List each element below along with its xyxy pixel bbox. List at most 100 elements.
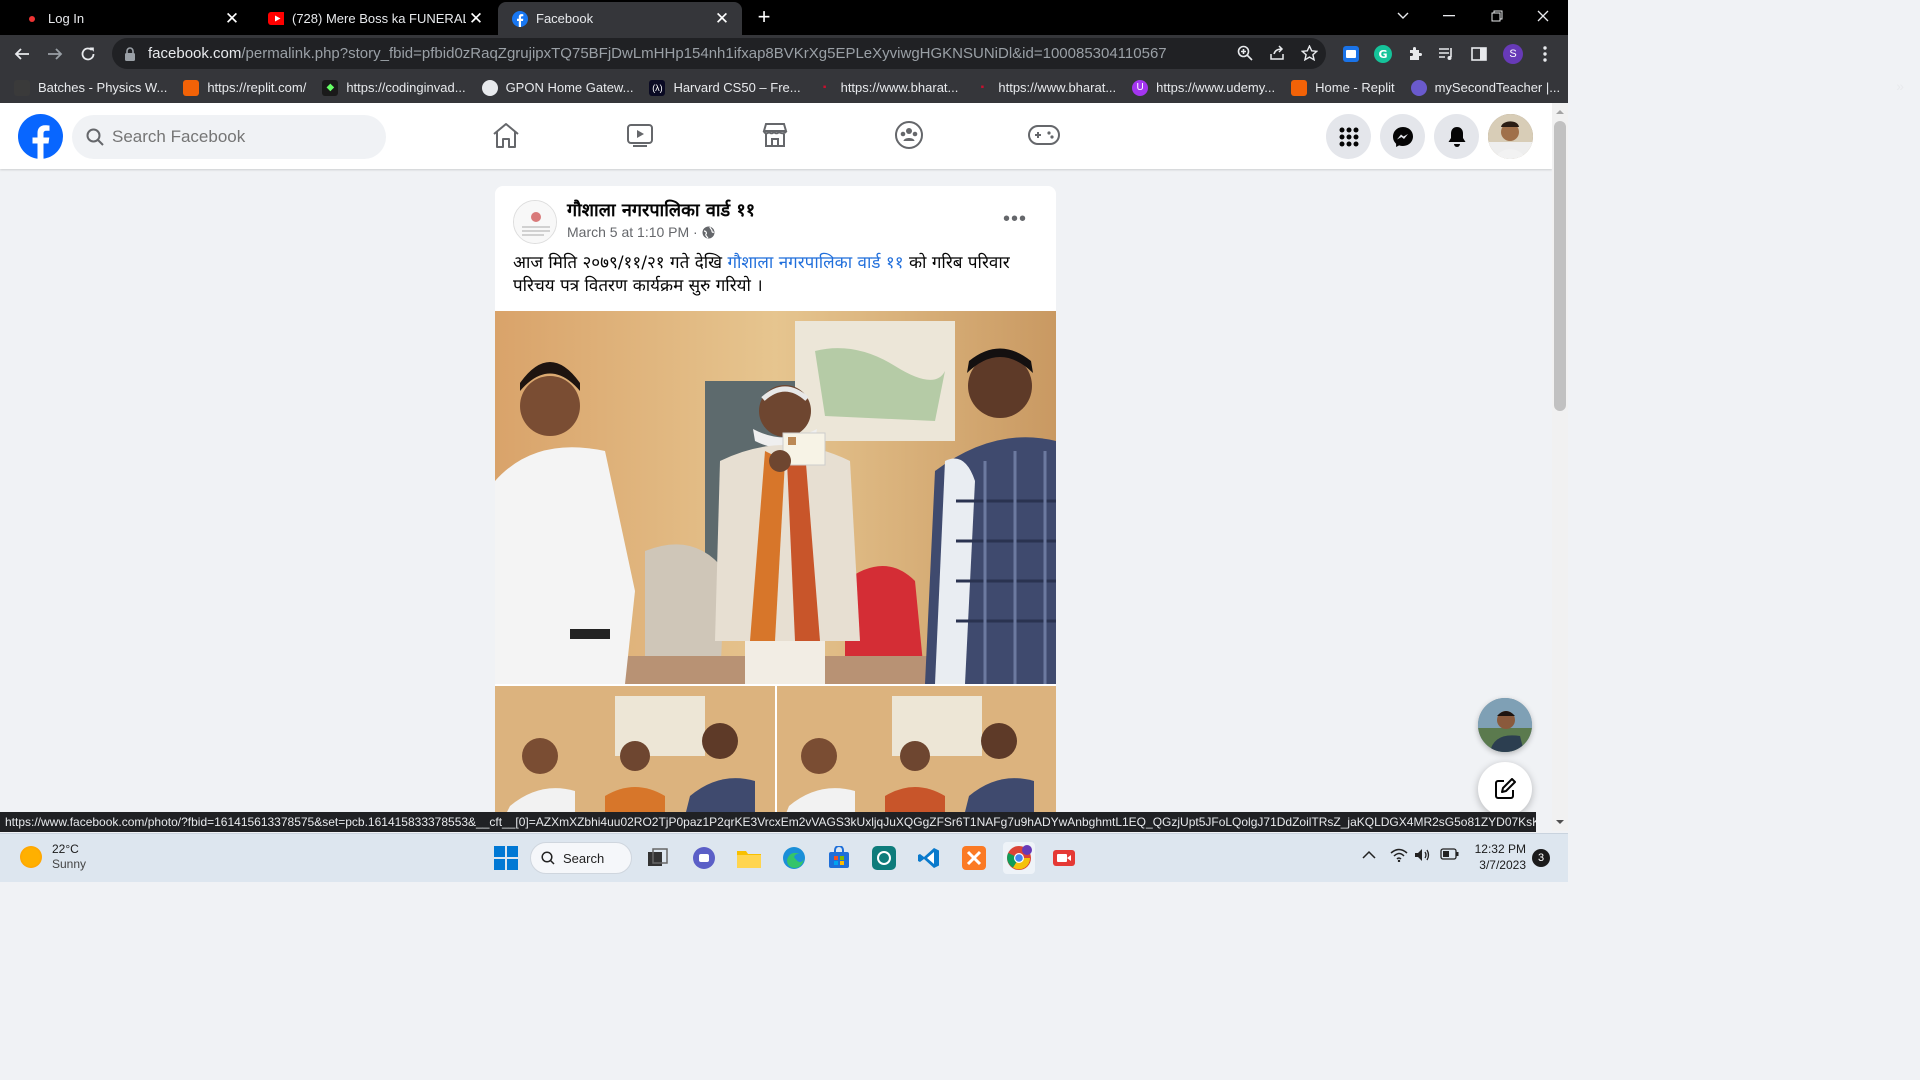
bookmark-item[interactable]: mySecondTeacher |... — [1410, 79, 1560, 96]
tab-facebook[interactable]: Facebook ✕ — [498, 2, 742, 35]
app-icon[interactable] — [868, 842, 900, 874]
page-scrollbar[interactable] — [1552, 103, 1568, 831]
wifi-icon[interactable] — [1390, 848, 1408, 865]
post-date[interactable]: March 5 at 1:10 PM · — [567, 224, 698, 240]
minimize-button[interactable] — [1426, 0, 1472, 32]
bookmark-item[interactable]: ▪ https://www.bharat... — [974, 80, 1117, 96]
search-input[interactable] — [112, 127, 362, 147]
bookmark-item[interactable]: ◆ https://codinginvad... — [322, 79, 466, 96]
browser-menu-icon[interactable] — [1535, 44, 1555, 64]
menu-grid-icon[interactable] — [1326, 114, 1371, 159]
show-hidden-icons-icon[interactable] — [1362, 848, 1376, 863]
tab-youtube[interactable]: (728) Mere Boss ka FUNERAL || S… ✕ — [254, 2, 496, 35]
close-window-button[interactable] — [1520, 0, 1566, 32]
sun-icon — [20, 846, 42, 868]
marketplace-icon[interactable] — [758, 118, 792, 152]
post-options-icon[interactable]: ••• — [1003, 208, 1027, 231]
scroll-up-icon[interactable] — [1552, 105, 1568, 119]
file-explorer-icon[interactable] — [733, 842, 765, 874]
bookmark-label: Batches - Physics W... — [38, 80, 168, 95]
profile-avatar-button[interactable]: S — [1503, 44, 1523, 64]
bookmark-label: Harvard CS50 – Fre... — [673, 80, 801, 95]
notification-badge[interactable]: 3 — [1532, 849, 1550, 867]
bookmark-label: https://www.bharat... — [840, 80, 959, 95]
page-name[interactable]: गौशाला नगरपालिका वार्ड ११ — [567, 198, 755, 222]
new-message-button[interactable] — [1478, 762, 1532, 816]
system-clock[interactable]: 12:32 PM 3/7/2023 — [1470, 841, 1526, 873]
new-tab-button[interactable]: + — [752, 5, 776, 29]
more-bookmarks-button[interactable]: » — [1896, 78, 1904, 94]
post-photo-thumb[interactable] — [777, 686, 1056, 816]
search-icon — [541, 851, 555, 865]
post-text: आज मिति २०७९/११/२१ गते देखि गौशाला नगरपा… — [513, 252, 1043, 298]
weather-condition: Sunny — [52, 857, 87, 871]
groups-icon[interactable] — [892, 118, 926, 152]
facebook-logo-icon[interactable] — [18, 114, 63, 159]
replit-icon — [1291, 79, 1308, 96]
account-avatar[interactable] — [1488, 114, 1533, 159]
start-menu-icon[interactable] — [490, 842, 522, 874]
reload-icon[interactable] — [75, 41, 101, 67]
gaming-icon[interactable] — [1026, 118, 1062, 152]
weather-widget[interactable]: 22°C Sunny — [20, 842, 86, 872]
freecodecamp-icon: (λ) — [649, 79, 666, 96]
watch-icon[interactable] — [623, 118, 657, 152]
page-link[interactable]: गौशाला नगरपालिका वार्ड ११ — [727, 253, 903, 273]
task-view-icon[interactable] — [642, 842, 674, 874]
media-control-icon[interactable] — [1437, 44, 1457, 64]
page-avatar[interactable] — [513, 200, 557, 244]
screen-recorder-icon[interactable] — [1048, 842, 1080, 874]
address-bar[interactable]: facebook.com/permalink.php?story_fbid=pf… — [112, 38, 1326, 69]
microsoft-store-icon[interactable] — [823, 842, 855, 874]
post-meta: March 5 at 1:10 PM · — [567, 224, 715, 240]
scroll-down-icon[interactable] — [1552, 815, 1568, 829]
chat-contact-avatar[interactable] — [1478, 698, 1532, 752]
close-tab-icon[interactable]: ✕ — [712, 9, 732, 29]
lock-icon[interactable] — [124, 46, 138, 61]
search-icon — [86, 128, 104, 146]
grammarly-icon[interactable]: G — [1373, 44, 1393, 64]
chrome-icon[interactable] — [1003, 842, 1035, 874]
post-photo-thumb[interactable] — [495, 686, 775, 816]
bookmark-item[interactable]: ▪ https://www.bharat... — [817, 80, 959, 96]
bookmark-item[interactable]: Home - Replit — [1291, 79, 1395, 96]
post-text-part: आज मिति २०७९/११/२१ गते देखि — [513, 253, 728, 273]
notifications-bell-icon[interactable] — [1434, 114, 1479, 159]
bookmark-label: https://www.bharat... — [998, 80, 1117, 95]
bookmark-item[interactable]: (λ) Harvard CS50 – Fre... — [649, 79, 801, 96]
extensions-puzzle-icon[interactable] — [1405, 44, 1425, 64]
side-panel-icon[interactable] — [1469, 44, 1489, 64]
post-photo[interactable] — [495, 311, 1056, 684]
restore-button[interactable] — [1474, 0, 1520, 32]
battery-icon[interactable] — [1440, 848, 1460, 863]
bookmark-item[interactable]: https://replit.com/ — [183, 79, 306, 96]
bookmark-item[interactable]: Uhttps://www.udemy... — [1132, 79, 1275, 96]
clock-date: 3/7/2023 — [1479, 858, 1526, 872]
tab-search-icon[interactable] — [1380, 0, 1426, 32]
post-card: गौशाला नगरपालिका वार्ड ११ March 5 at 1:1… — [495, 186, 1056, 816]
teams-chat-icon[interactable] — [688, 842, 720, 874]
edge-browser-icon[interactable] — [778, 842, 810, 874]
close-tab-icon[interactable]: ✕ — [466, 9, 486, 29]
back-icon[interactable] — [9, 41, 35, 67]
extension-icon[interactable] — [1341, 44, 1361, 64]
taskbar-search[interactable]: Search — [530, 842, 632, 874]
volume-icon[interactable] — [1414, 848, 1432, 865]
close-tab-icon[interactable]: ✕ — [222, 9, 242, 29]
bookmark-star-icon[interactable] — [1300, 44, 1318, 62]
xampp-icon[interactable] — [958, 842, 990, 874]
bookmark-item[interactable]: Batches - Physics W... — [14, 79, 168, 96]
bookmarks-bar: Batches - Physics W... https://replit.co… — [0, 72, 1568, 103]
share-icon[interactable] — [1268, 44, 1286, 62]
bookmark-item[interactable]: GPON Home Gatew... — [481, 79, 633, 96]
globe-icon — [481, 79, 498, 96]
forward-icon[interactable] — [42, 41, 68, 67]
zoom-icon[interactable] — [1236, 44, 1254, 62]
site-favicon-icon — [24, 11, 40, 27]
scrollbar-thumb[interactable] — [1554, 121, 1566, 411]
messenger-icon[interactable] — [1380, 114, 1425, 159]
vscode-icon[interactable] — [913, 842, 945, 874]
facebook-search[interactable] — [72, 115, 386, 159]
home-icon[interactable] — [489, 118, 523, 152]
tab-log-in[interactable]: Log In ✕ — [10, 2, 252, 35]
